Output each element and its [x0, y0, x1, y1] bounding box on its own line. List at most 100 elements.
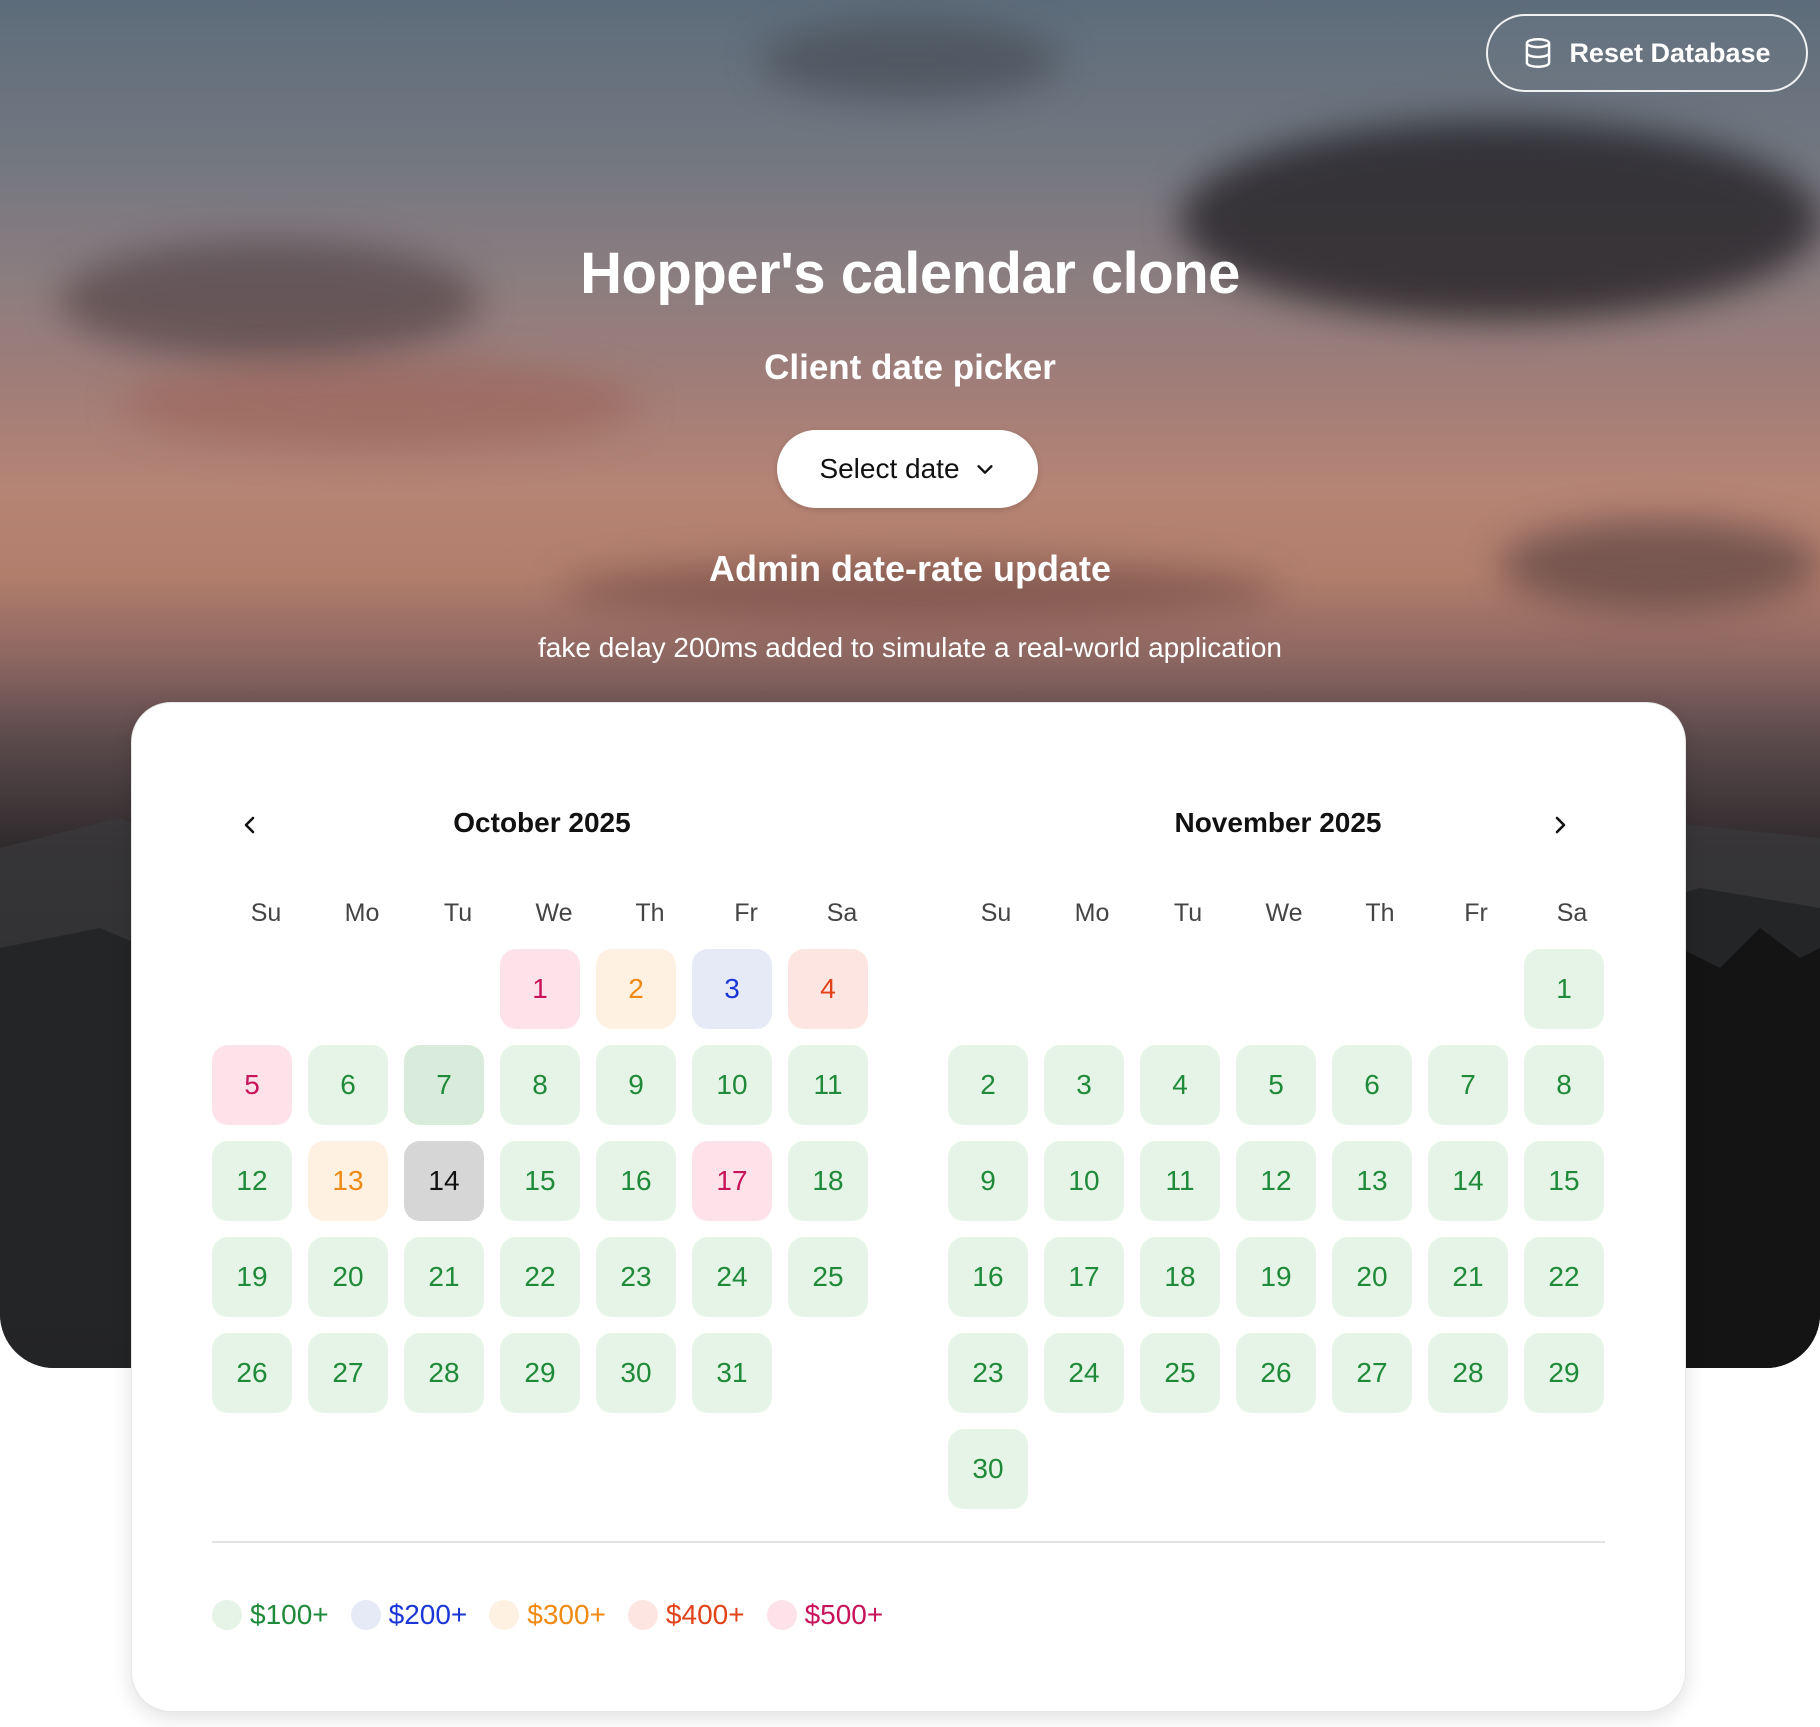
database-icon: [1526, 37, 1551, 69]
day-cell[interactable]: 5: [1236, 1045, 1316, 1125]
day-cell[interactable]: 19: [1236, 1237, 1316, 1317]
day-cell[interactable]: 6: [1332, 1045, 1412, 1125]
day-cell[interactable]: 10: [1044, 1141, 1124, 1221]
day-cell[interactable]: 8: [1524, 1045, 1604, 1125]
day-grid: 1 2 3 4 5 6 7 8 9 10 11 12 13 14 15 16 17 18 19 20 21 22 23 24 2…: [212, 949, 872, 1413]
day-cell[interactable]: 1: [500, 949, 580, 1029]
day-cell[interactable]: 26: [212, 1333, 292, 1413]
day-cell[interactable]: 31: [692, 1333, 772, 1413]
day-blank: [212, 949, 292, 1029]
day-cell[interactable]: 22: [500, 1237, 580, 1317]
day-cell[interactable]: 11: [788, 1045, 868, 1125]
select-date-button[interactable]: Select date: [777, 430, 1038, 508]
day-cell[interactable]: 23: [596, 1237, 676, 1317]
legend-swatch: [489, 1600, 520, 1630]
delay-note: fake delay 200ms added to simulate a rea…: [538, 632, 1282, 663]
day-cell[interactable]: 2: [948, 1045, 1028, 1125]
legend-label: $300+: [527, 1599, 606, 1630]
weekday-label: Tu: [443, 899, 473, 927]
day-cell[interactable]: 15: [500, 1141, 580, 1221]
day-cell[interactable]: 11: [1140, 1141, 1220, 1221]
day-cell[interactable]: 18: [1140, 1237, 1220, 1317]
day-cell[interactable]: 13: [1332, 1141, 1412, 1221]
day-cell[interactable]: 24: [1044, 1333, 1124, 1413]
legend-swatch: [766, 1600, 797, 1630]
day-cell[interactable]: 22: [1524, 1237, 1604, 1317]
day-cell[interactable]: 16: [948, 1237, 1028, 1317]
day-blank: [1044, 949, 1124, 1029]
day-blank: [1332, 949, 1412, 1029]
legend-label: $500+: [804, 1599, 884, 1630]
legend-item: $500+: [766, 1599, 884, 1631]
day-cell[interactable]: 13: [308, 1141, 388, 1221]
next-month-button[interactable]: [1538, 803, 1582, 847]
day-cell[interactable]: 2: [596, 949, 676, 1029]
day-cell[interactable]: 1: [1524, 949, 1604, 1029]
day-cell[interactable]: 21: [1428, 1237, 1508, 1317]
weekday-row: Su Mo Tu We Th Fr Sa: [948, 899, 1608, 928]
day-cell[interactable]: 10: [692, 1045, 772, 1125]
day-blank: [1140, 949, 1220, 1029]
day-blank: [1428, 949, 1508, 1029]
day-cell[interactable]: 7: [404, 1045, 484, 1125]
legend-swatch: [212, 1600, 242, 1630]
price-legend: $100+ $200+ $300+ $400+ $500+: [212, 1599, 883, 1631]
day-cell[interactable]: 3: [692, 949, 772, 1029]
day-cell[interactable]: 24: [692, 1237, 772, 1317]
reset-database-button[interactable]: Reset Database: [1486, 14, 1808, 92]
day-cell[interactable]: 6: [308, 1045, 388, 1125]
day-cell[interactable]: 30: [948, 1429, 1028, 1509]
day-cell[interactable]: 14: [404, 1141, 484, 1221]
day-blank: [308, 949, 388, 1029]
page-title: Hopper's calendar clone: [580, 241, 1240, 306]
weekday-label: Mo: [1074, 899, 1110, 927]
day-cell[interactable]: 23: [948, 1333, 1028, 1413]
month-title: October 2025: [453, 807, 631, 838]
client-picker-title: Client date picker: [764, 348, 1056, 387]
legend-item: $400+: [627, 1599, 745, 1631]
day-cell[interactable]: 26: [1236, 1333, 1316, 1413]
day-cell[interactable]: 9: [596, 1045, 676, 1125]
day-cell[interactable]: 4: [788, 949, 868, 1029]
day-cell[interactable]: 12: [1236, 1141, 1316, 1221]
weekday-label: Fr: [1464, 899, 1488, 927]
chevron-down-icon: [976, 465, 993, 474]
day-cell[interactable]: 25: [1140, 1333, 1220, 1413]
day-cell[interactable]: 29: [500, 1333, 580, 1413]
weekday-label: Fr: [734, 899, 758, 927]
day-cell[interactable]: 3: [1044, 1045, 1124, 1125]
day-cell[interactable]: 8: [500, 1045, 580, 1125]
day-cell[interactable]: 15: [1524, 1141, 1604, 1221]
day-cell[interactable]: 4: [1140, 1045, 1220, 1125]
day-cell[interactable]: 7: [1428, 1045, 1508, 1125]
day-cell[interactable]: 20: [1332, 1237, 1412, 1317]
day-cell[interactable]: 17: [692, 1141, 772, 1221]
day-cell[interactable]: 25: [788, 1237, 868, 1317]
weekday-label: We: [535, 899, 573, 927]
legend-label: $400+: [665, 1599, 745, 1630]
day-cell[interactable]: 19: [212, 1237, 292, 1317]
legend-item: $100+: [212, 1599, 329, 1631]
select-date-label: Select date: [819, 453, 960, 484]
day-cell[interactable]: 27: [308, 1333, 388, 1413]
day-cell[interactable]: 27: [1332, 1333, 1412, 1413]
day-cell[interactable]: 28: [404, 1333, 484, 1413]
month-title: November 2025: [1174, 807, 1382, 838]
day-cell[interactable]: 20: [308, 1237, 388, 1317]
divider: [212, 1541, 1605, 1543]
day-cell[interactable]: 9: [948, 1141, 1028, 1221]
day-cell[interactable]: 29: [1524, 1333, 1604, 1413]
day-cell[interactable]: 12: [212, 1141, 292, 1221]
legend-item: $200+: [350, 1599, 467, 1631]
day-cell[interactable]: 14: [1428, 1141, 1508, 1221]
weekday-label: Sa: [1556, 899, 1588, 927]
day-cell[interactable]: 5: [212, 1045, 292, 1125]
day-cell[interactable]: 28: [1428, 1333, 1508, 1413]
day-cell[interactable]: 16: [596, 1141, 676, 1221]
weekday-label: Tu: [1173, 899, 1203, 927]
day-cell[interactable]: 30: [596, 1333, 676, 1413]
day-cell[interactable]: 21: [404, 1237, 484, 1317]
day-cell[interactable]: 17: [1044, 1237, 1124, 1317]
chevron-right-icon: [1555, 816, 1566, 834]
day-cell[interactable]: 18: [788, 1141, 868, 1221]
